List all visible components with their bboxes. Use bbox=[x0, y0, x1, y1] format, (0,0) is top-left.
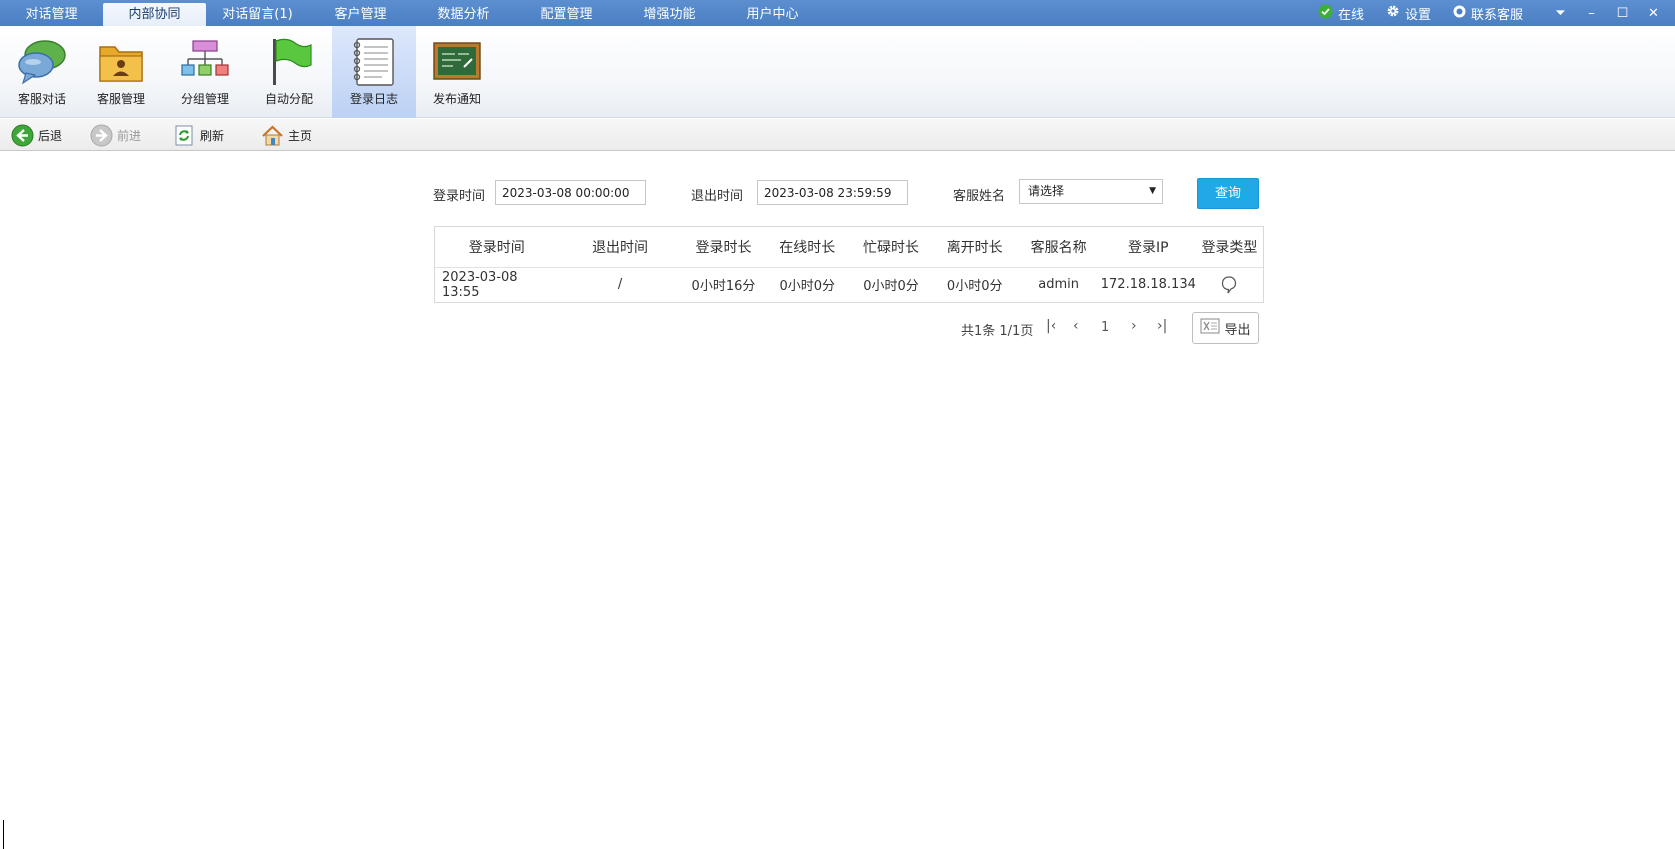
chat-bubbles-icon bbox=[16, 37, 68, 87]
toolbar-agent-chat[interactable]: 客服对话 bbox=[0, 26, 84, 118]
tab-dialog-management[interactable]: 对话管理 bbox=[0, 0, 103, 26]
online-status[interactable]: 在线 bbox=[1318, 4, 1364, 23]
minimize-icon[interactable]: – bbox=[1576, 6, 1607, 21]
contact-support-button[interactable]: 联系客服 bbox=[1453, 4, 1523, 23]
pagination-summary: 共1条 1/1页 bbox=[961, 324, 1034, 339]
col-header-login-time: 登录时间 bbox=[435, 227, 559, 268]
menu-tabs: 对话管理 内部协同 对话留言(1) 客户管理 数据分析 配置管理 增强功能 用户… bbox=[0, 0, 824, 26]
tab-user-center[interactable]: 用户中心 bbox=[721, 0, 824, 26]
first-page-icon[interactable]: |‹ bbox=[1046, 318, 1056, 334]
agent-name-label: 客服姓名 bbox=[953, 189, 1006, 204]
back-button[interactable]: 后退 bbox=[11, 123, 62, 147]
home-label: 主页 bbox=[288, 128, 313, 143]
main-toolbar: 客服对话 客服管理 分组管理 自动分配 登录日志 发布通知 bbox=[0, 26, 1675, 118]
col-header-agent-name: 客服名称 bbox=[1016, 227, 1101, 268]
table-row[interactable]: 2023-03-08 13:55 / 0小时16分 0小时0分 0小时0分 0小… bbox=[435, 267, 1263, 302]
col-header-online-duration: 在线时长 bbox=[765, 227, 850, 268]
toolbar-agent-management[interactable]: 客服管理 bbox=[79, 26, 163, 118]
agent-name-selected-value: 请选择 bbox=[1028, 184, 1065, 198]
tab-customer-management[interactable]: 客户管理 bbox=[309, 0, 412, 26]
tab-internal-collaboration[interactable]: 内部协同 bbox=[103, 3, 206, 26]
contact-support-label: 联系客服 bbox=[1470, 7, 1523, 23]
login-time-input[interactable] bbox=[495, 180, 646, 205]
green-flag-icon bbox=[263, 37, 315, 87]
notebook-icon bbox=[348, 37, 400, 87]
export-label: 导出 bbox=[1224, 322, 1251, 338]
dropdown-icon[interactable]: ⏷ bbox=[1545, 6, 1576, 21]
agent-folder-icon bbox=[95, 37, 147, 87]
cell-logout-time: / bbox=[617, 277, 623, 293]
top-menu-bar: 对话管理 内部协同 对话留言(1) 客户管理 数据分析 配置管理 增强功能 用户… bbox=[0, 0, 1675, 26]
toolbar-label: 登录日志 bbox=[349, 92, 398, 106]
logout-time-input[interactable] bbox=[757, 180, 908, 205]
org-chart-icon bbox=[179, 37, 231, 87]
online-status-label: 在线 bbox=[1337, 7, 1364, 23]
login-log-table: 登录时间 退出时间 登录时长 在线时长 忙碌时长 离开时长 客服名称 登录IP … bbox=[434, 226, 1264, 303]
menu-right-area: 在线 设置 联系客服 ⏷ – ☐ ✕ bbox=[1318, 0, 1675, 26]
refresh-label: 刷新 bbox=[200, 128, 225, 143]
toolbar-auto-assign[interactable]: 自动分配 bbox=[247, 26, 331, 118]
maximize-icon[interactable]: ☐ bbox=[1607, 6, 1638, 21]
cell-login-ip: 172.18.18.134 bbox=[1100, 277, 1196, 293]
support-icon bbox=[1453, 5, 1466, 22]
back-arrow-icon bbox=[11, 124, 34, 147]
tab-enhanced-features[interactable]: 增强功能 bbox=[618, 0, 721, 26]
export-button[interactable]: 导出 bbox=[1192, 312, 1259, 344]
back-label: 后退 bbox=[38, 128, 63, 143]
table-header-row: 登录时间 退出时间 登录时长 在线时长 忙碌时长 离开时长 客服名称 登录IP … bbox=[435, 227, 1263, 268]
current-page-number[interactable]: 1 bbox=[1101, 320, 1109, 335]
forward-button[interactable]: 前进 bbox=[90, 123, 141, 147]
next-page-icon[interactable]: › bbox=[1131, 318, 1137, 334]
navigation-bar: 后退 前进 刷新 主页 bbox=[0, 119, 1675, 151]
cell-login-time: 2023-03-08 13:55 bbox=[442, 269, 518, 300]
agent-name-select[interactable]: 请选择 ▼ bbox=[1019, 179, 1163, 204]
col-header-logout-time: 退出时间 bbox=[558, 227, 682, 268]
close-icon[interactable]: ✕ bbox=[1638, 6, 1669, 21]
gear-icon bbox=[1386, 4, 1400, 22]
cell-login-duration: 0小时16分 bbox=[691, 279, 756, 295]
toolbar-label: 自动分配 bbox=[264, 92, 313, 106]
blackboard-icon bbox=[431, 37, 483, 87]
toolbar-group-management[interactable]: 分组管理 bbox=[163, 26, 247, 118]
cell-online-duration: 0小时0分 bbox=[779, 279, 835, 295]
home-icon bbox=[261, 124, 284, 147]
dropdown-arrow-icon: ▼ bbox=[1149, 186, 1156, 196]
cell-away-duration: 0小时0分 bbox=[946, 279, 1003, 295]
cell-busy-duration: 0小时0分 bbox=[863, 279, 919, 295]
home-button[interactable]: 主页 bbox=[261, 123, 312, 147]
toolbar-publish-notice[interactable]: 发布通知 bbox=[415, 26, 499, 118]
client-type-icon bbox=[1221, 276, 1237, 294]
toolbar-label: 发布通知 bbox=[432, 92, 481, 106]
toolbar-label: 客服对话 bbox=[17, 92, 66, 106]
cell-login-type bbox=[1196, 267, 1263, 302]
col-header-login-duration: 登录时长 bbox=[681, 227, 766, 268]
online-check-icon bbox=[1318, 4, 1333, 23]
col-header-login-type: 登录类型 bbox=[1195, 227, 1263, 268]
forward-label: 前进 bbox=[117, 128, 142, 143]
prev-page-icon[interactable]: ‹ bbox=[1073, 318, 1079, 334]
cell-agent-name: admin bbox=[1038, 277, 1080, 293]
toolbar-label: 客服管理 bbox=[96, 92, 145, 106]
forward-arrow-icon bbox=[90, 124, 113, 147]
text-cursor bbox=[3, 820, 4, 849]
col-header-busy-duration: 忙碌时长 bbox=[849, 227, 933, 268]
logout-time-label: 退出时间 bbox=[691, 189, 744, 204]
settings-button[interactable]: 设置 bbox=[1386, 4, 1431, 23]
col-header-login-ip: 登录IP bbox=[1100, 227, 1196, 268]
refresh-icon bbox=[173, 124, 196, 147]
toolbar-login-log[interactable]: 登录日志 bbox=[332, 26, 416, 118]
login-time-label: 登录时间 bbox=[433, 189, 486, 204]
tab-config-management[interactable]: 配置管理 bbox=[515, 0, 618, 26]
col-header-away-duration: 离开时长 bbox=[932, 227, 1017, 268]
refresh-button[interactable]: 刷新 bbox=[173, 123, 224, 147]
tab-data-analysis[interactable]: 数据分析 bbox=[412, 0, 515, 26]
tab-dialog-messages[interactable]: 对话留言(1) bbox=[206, 0, 309, 26]
excel-icon bbox=[1200, 318, 1220, 338]
last-page-icon[interactable]: ›| bbox=[1157, 318, 1167, 334]
toolbar-label: 分组管理 bbox=[180, 92, 229, 106]
query-button[interactable]: 查询 bbox=[1197, 178, 1259, 209]
settings-label: 设置 bbox=[1404, 7, 1431, 23]
